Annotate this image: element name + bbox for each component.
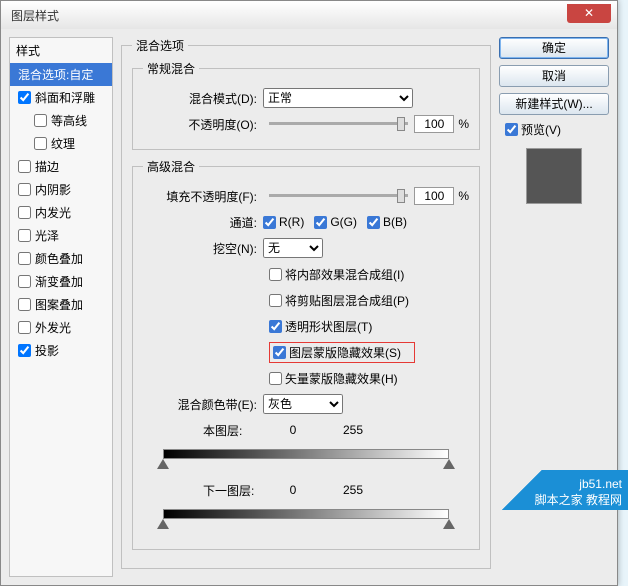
fill-opacity-input[interactable]	[414, 187, 454, 205]
vector-mask-hides-checkbox[interactable]: 矢量蒙版隐藏效果(H)	[269, 370, 398, 387]
style-item[interactable]: 颜色叠加	[10, 247, 112, 270]
this-layer-slider[interactable]	[163, 445, 449, 471]
style-item[interactable]: 光泽	[10, 224, 112, 247]
preview-checkbox[interactable]: 预览(V)	[505, 121, 599, 138]
transparency-shapes-checkbox[interactable]: 透明形状图层(T)	[269, 318, 372, 335]
style-item[interactable]: 投影	[10, 339, 112, 362]
style-item[interactable]: 斜面和浮雕	[10, 86, 112, 109]
watermark: jb51.net 脚本之家 教程网	[488, 470, 628, 510]
knockout-label: 挖空(N):	[143, 240, 263, 257]
blending-options-group: 混合选项 常规混合 混合模式(D): 正常 不透明度(O): %	[121, 37, 491, 569]
style-item[interactable]: 内发光	[10, 201, 112, 224]
this-layer-label: 本图层:	[203, 422, 263, 439]
blend-mode-label: 混合模式(D):	[143, 90, 263, 107]
underlying-layer-label: 下一图层:	[203, 482, 263, 499]
fill-opacity-label: 填充不透明度(F):	[143, 188, 263, 205]
style-item[interactable]: 纹理	[10, 132, 112, 155]
styles-list: 样式 混合选项:自定 斜面和浮雕等高线纹理描边内阴影内发光光泽颜色叠加渐变叠加图…	[9, 37, 113, 577]
opacity-slider[interactable]	[269, 118, 408, 130]
dialog-title: 图层样式	[11, 7, 59, 24]
cancel-button[interactable]: 取消	[499, 65, 609, 87]
styles-header: 样式	[10, 38, 112, 63]
titlebar[interactable]: 图层样式 ✕	[1, 1, 617, 29]
blending-options-legend: 混合选项	[132, 37, 188, 54]
channel-b-checkbox[interactable]: B(B)	[367, 215, 407, 229]
channel-r-checkbox[interactable]: R(R)	[263, 215, 304, 229]
style-item[interactable]: 描边	[10, 155, 112, 178]
close-button[interactable]: ✕	[567, 4, 611, 23]
style-item[interactable]: 图案叠加	[10, 293, 112, 316]
style-item[interactable]: 渐变叠加	[10, 270, 112, 293]
advanced-blending-group: 高级混合 填充不透明度(F): % 通道: R(R) G(G) B(B)	[132, 158, 480, 550]
blend-clipped-checkbox[interactable]: 将剪贴图层混合成组(P)	[269, 292, 409, 309]
blend-if-select[interactable]: 灰色	[263, 394, 343, 414]
blend-options-item[interactable]: 混合选项:自定	[10, 63, 112, 86]
underlying-layer-slider[interactable]	[163, 505, 449, 531]
style-item[interactable]: 等高线	[10, 109, 112, 132]
fill-opacity-slider[interactable]	[269, 190, 408, 202]
ok-button[interactable]: 确定	[499, 37, 609, 59]
layer-mask-hides-checkbox[interactable]: 图层蒙版隐藏效果(S)	[273, 344, 401, 361]
preview-swatch	[526, 148, 582, 204]
channel-g-checkbox[interactable]: G(G)	[314, 215, 357, 229]
opacity-input[interactable]	[414, 115, 454, 133]
style-item[interactable]: 内阴影	[10, 178, 112, 201]
style-item[interactable]: 外发光	[10, 316, 112, 339]
options-panel: 混合选项 常规混合 混合模式(D): 正常 不透明度(O): %	[121, 37, 491, 577]
knockout-select[interactable]: 无	[263, 238, 323, 258]
blend-interior-checkbox[interactable]: 将内部效果混合成组(I)	[269, 266, 404, 283]
layer-mask-hides-highlight: 图层蒙版隐藏效果(S)	[269, 342, 415, 363]
new-style-button[interactable]: 新建样式(W)...	[499, 93, 609, 115]
channels-label: 通道:	[143, 214, 263, 231]
blend-if-label: 混合颜色带(E):	[143, 396, 263, 413]
opacity-label: 不透明度(O):	[143, 116, 263, 133]
general-blending-group: 常规混合 混合模式(D): 正常 不透明度(O): %	[132, 60, 480, 150]
blend-mode-select[interactable]: 正常	[263, 88, 413, 108]
